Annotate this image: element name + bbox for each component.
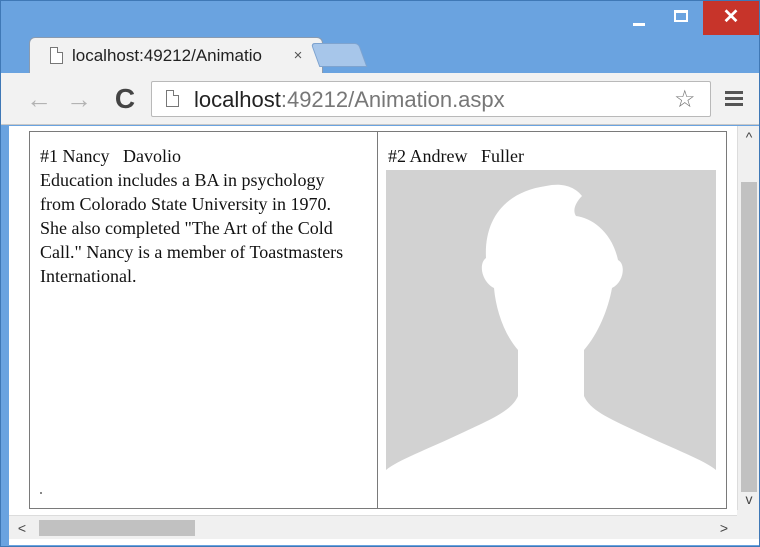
dot-mark bbox=[40, 492, 42, 494]
tab-title: localhost:49212/Animatio bbox=[72, 46, 262, 65]
browser-window: localhost:49212/Animatio × ✕ ← → C local… bbox=[0, 0, 760, 547]
scroll-right-icon[interactable]: > bbox=[713, 516, 735, 540]
minimize-button[interactable] bbox=[619, 1, 659, 35]
employee-name: #1 Nancy Davolio bbox=[40, 146, 181, 166]
vertical-scrollbar[interactable]: ^ v bbox=[737, 126, 759, 510]
employee-card: #2 Andrew Fuller bbox=[378, 132, 726, 508]
forward-arrow-icon[interactable]: → bbox=[65, 85, 93, 113]
employee-photo bbox=[386, 170, 716, 480]
url-host: localhost bbox=[194, 87, 281, 112]
back-arrow-icon[interactable]: ← bbox=[25, 85, 53, 113]
employee-name: #2 Andrew Fuller bbox=[388, 146, 524, 166]
page-icon bbox=[166, 90, 179, 107]
page-viewport: #1 Nancy Davolio Education includes a BA… bbox=[9, 126, 759, 545]
horizontal-scrollbar[interactable]: < > bbox=[9, 515, 737, 539]
browser-toolbar: ← → C localhost:49212/Animation.aspx ☆ bbox=[1, 73, 759, 125]
maximize-icon bbox=[674, 10, 688, 22]
minimize-icon bbox=[633, 23, 645, 26]
page-icon bbox=[50, 47, 63, 64]
employee-cards: #1 Nancy Davolio Education includes a BA… bbox=[29, 131, 727, 509]
horizontal-scroll-thumb[interactable] bbox=[39, 520, 195, 536]
employee-card: #1 Nancy Davolio Education includes a BA… bbox=[30, 132, 378, 508]
scrollbar-corner bbox=[737, 510, 759, 539]
tab-animation[interactable]: localhost:49212/Animatio × bbox=[29, 37, 323, 73]
vertical-scroll-thumb[interactable] bbox=[741, 182, 757, 492]
tab-strip: localhost:49212/Animatio × ✕ bbox=[1, 1, 759, 73]
close-icon: ✕ bbox=[722, 6, 740, 28]
url-path: :49212/Animation.aspx bbox=[280, 87, 505, 112]
tab-close-icon[interactable]: × bbox=[288, 46, 308, 66]
address-bar[interactable]: localhost:49212/Animation.aspx ☆ bbox=[151, 81, 711, 117]
reload-icon[interactable]: C bbox=[111, 85, 139, 113]
scroll-up-icon[interactable]: ^ bbox=[738, 126, 760, 148]
avatar-silhouette-icon bbox=[386, 184, 716, 480]
hamburger-menu-icon[interactable] bbox=[725, 91, 743, 107]
maximize-button[interactable] bbox=[661, 1, 701, 35]
scroll-down-icon[interactable]: v bbox=[738, 488, 760, 510]
star-icon[interactable]: ☆ bbox=[674, 85, 696, 114]
scroll-left-icon[interactable]: < bbox=[11, 516, 33, 540]
close-window-button[interactable]: ✕ bbox=[703, 1, 759, 35]
employee-notes: Education includes a BA in psychology fr… bbox=[40, 170, 344, 286]
url-text[interactable]: localhost:49212/Animation.aspx bbox=[194, 87, 505, 113]
new-tab-button[interactable] bbox=[310, 43, 368, 67]
